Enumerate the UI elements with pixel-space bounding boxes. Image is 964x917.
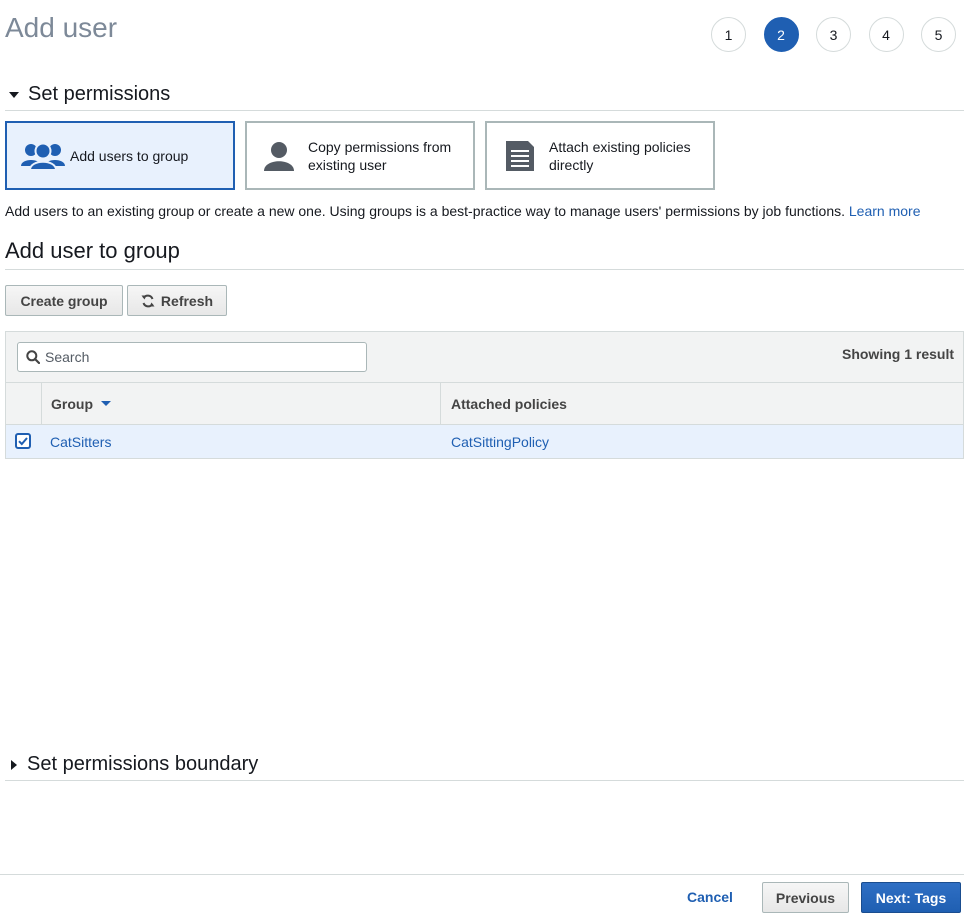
refresh-button[interactable]: Refresh (127, 285, 227, 316)
search-box[interactable] (17, 342, 367, 372)
search-icon (26, 350, 40, 364)
step-5[interactable]: 5 (921, 17, 956, 52)
wizard-steps: 1 2 3 4 5 (711, 17, 956, 52)
column-group-label: Group (51, 395, 93, 412)
refresh-label: Refresh (160, 292, 214, 309)
divider (5, 269, 964, 270)
option-copy-permissions[interactable]: Copy permissions from existing user (245, 121, 475, 190)
set-boundary-title: Set permissions boundary (27, 753, 259, 775)
step-2-active[interactable]: 2 (763, 17, 799, 52)
page-title: Add user (5, 12, 118, 43)
column-divider (41, 383, 42, 424)
step-3[interactable]: 3 (816, 17, 851, 52)
divider (5, 780, 964, 781)
option-attach-label-2: directly (549, 156, 594, 173)
table-row[interactable]: CatSitters CatSittingPolicy (6, 425, 963, 458)
user-icon (263, 140, 295, 172)
checkmark-icon (18, 437, 28, 446)
footer-divider (0, 874, 964, 875)
create-group-button[interactable]: Create group (5, 285, 123, 316)
caret-right-icon (11, 759, 17, 770)
set-permissions-toggle[interactable]: Set permissions (5, 83, 170, 106)
option-attach-label-1: Attach existing policies (549, 138, 691, 155)
row-checkbox[interactable] (15, 433, 31, 449)
policy-link[interactable]: CatSittingPolicy (451, 425, 549, 458)
table-header: Group Attached policies (6, 383, 963, 425)
caret-down-icon (9, 91, 19, 98)
users-group-icon (20, 140, 66, 172)
add-user-to-group-title: Add user to group (5, 238, 180, 263)
learn-more-link[interactable]: Learn more (849, 203, 921, 219)
refresh-icon (141, 294, 155, 308)
groups-table: Showing 1 result Group Attached policies… (5, 331, 964, 459)
permissions-description: Add users to an existing group or create… (5, 203, 920, 219)
column-policies-header: Attached policies (451, 395, 567, 412)
column-divider (440, 383, 441, 424)
divider (5, 110, 964, 111)
option-copy-label-1: Copy permissions from (308, 138, 452, 155)
previous-button[interactable]: Previous (762, 882, 849, 913)
next-tags-button[interactable]: Next: Tags (861, 882, 961, 913)
set-permissions-title: Set permissions (28, 83, 171, 105)
option-add-to-group[interactable]: Add users to group (5, 121, 235, 190)
result-count: Showing 1 result (841, 346, 954, 362)
sort-descending-icon (101, 401, 111, 406)
option-add-to-group-label: Add users to group (70, 147, 189, 164)
table-toolbar: Showing 1 result (6, 332, 963, 383)
column-group-header[interactable]: Group (51, 383, 111, 424)
set-boundary-toggle[interactable]: Set permissions boundary (5, 753, 258, 776)
group-name-link[interactable]: CatSitters (50, 425, 111, 458)
option-attach-policies[interactable]: Attach existing policies directly (485, 121, 715, 190)
search-input[interactable] (45, 349, 345, 365)
option-copy-label-2: existing user (308, 156, 387, 173)
description-text: Add users to an existing group or create… (5, 203, 845, 219)
step-4[interactable]: 4 (868, 17, 904, 52)
document-icon (504, 139, 536, 173)
step-1[interactable]: 1 (711, 17, 746, 52)
cancel-button[interactable]: Cancel (687, 889, 733, 905)
